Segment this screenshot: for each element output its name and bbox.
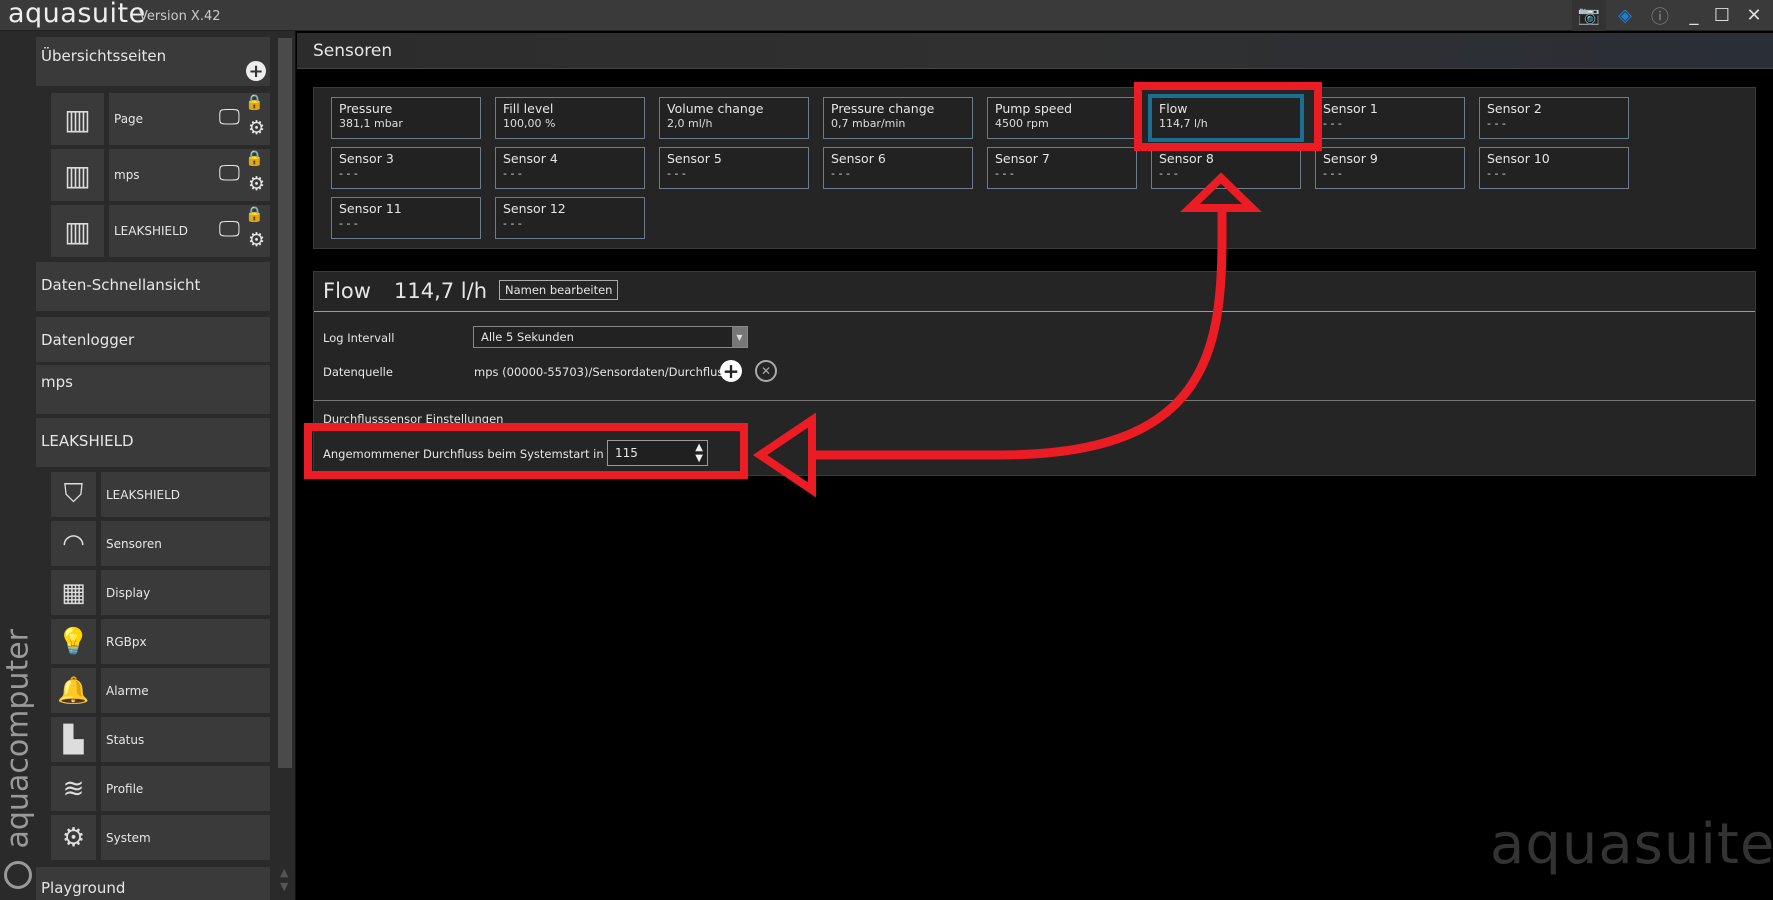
annotation-arrowhead-up — [1180, 172, 1262, 212]
annotation-overlay — [304, 82, 1322, 498]
annotation-box-flow-tile — [1134, 82, 1322, 151]
annotation-arrow-curve — [814, 208, 1227, 460]
annotation-box-startup-flow — [304, 423, 748, 479]
annotation-arrowhead-left — [752, 412, 816, 498]
